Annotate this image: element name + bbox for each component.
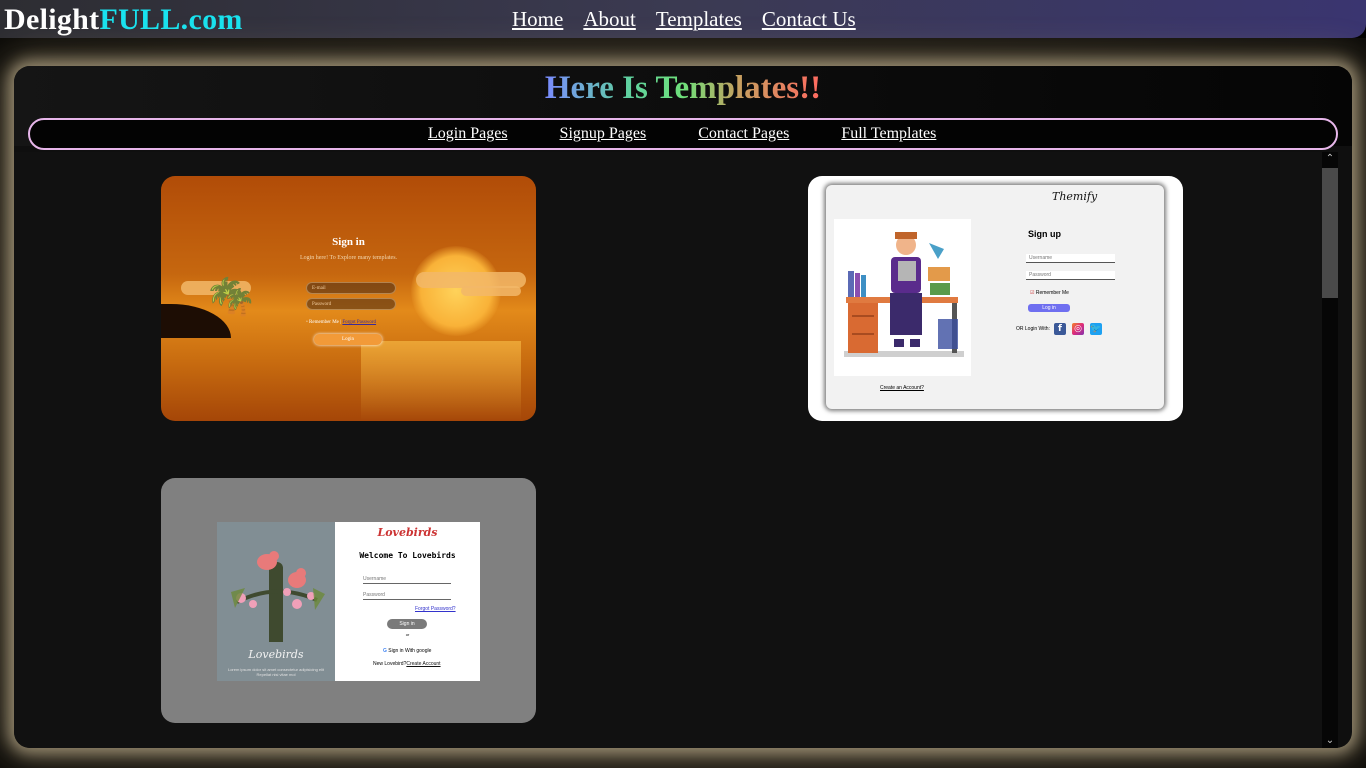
scrollbar-thumb[interactable] bbox=[1322, 168, 1338, 298]
sunset-login-subtitle: Login here! To Explore many templates. bbox=[299, 255, 398, 261]
facebook-icon: f bbox=[1054, 323, 1066, 335]
twitter-icon: 🐦 bbox=[1090, 323, 1102, 335]
lovebirds-form-panel: Lovebirds Welcome To Lovebirds Username … bbox=[335, 522, 480, 681]
themify-signup-title: Sign up bbox=[1028, 229, 1061, 239]
themify-window: Themify Sign up Username Password ☑ Reme… bbox=[826, 185, 1164, 409]
sunset-remember-label: Remember Me | bbox=[309, 320, 342, 325]
checkbox-checked-icon: ☑ bbox=[1030, 290, 1035, 296]
logo-text-full: FULL.com bbox=[99, 3, 243, 36]
category-login-pages-link[interactable]: Login Pages bbox=[428, 124, 508, 144]
vertical-scrollbar[interactable]: ⌃ ⌄ bbox=[1322, 152, 1338, 748]
themify-social-label: OR Login With: bbox=[1016, 326, 1050, 332]
template-card-themify-signup[interactable]: Themify Sign up Username Password ☑ Reme… bbox=[808, 176, 1183, 421]
themify-username-input: Username bbox=[1026, 254, 1115, 263]
lovebirds-signin-button: Sign in bbox=[387, 619, 427, 629]
lovebirds-username-input: Username bbox=[363, 575, 451, 584]
lovebirds-password-input: Password bbox=[363, 591, 451, 600]
lovebirds-left-lorem: Lorem ipsum dolor sit amet consectetur a… bbox=[227, 667, 325, 677]
nav-templates-link[interactable]: Templates bbox=[656, 6, 742, 32]
category-signup-pages-link[interactable]: Signup Pages bbox=[560, 124, 647, 144]
checkbox-icon: ▫ bbox=[306, 320, 308, 325]
google-icon: G bbox=[383, 648, 387, 654]
site-logo[interactable]: DelightFULL.com bbox=[4, 2, 243, 38]
themify-remember-label: Remember Me bbox=[1035, 290, 1069, 296]
lovebirds-create-account-link: Create Account bbox=[406, 661, 441, 667]
template-card-sunset-login[interactable]: 🌴 🌴 Sign in Login here! To Explore many … bbox=[161, 176, 536, 421]
lovebirds-welcome: Welcome To Lovebirds bbox=[359, 551, 456, 560]
logo-text-delight: Delight bbox=[4, 3, 100, 36]
sunset-password-input: Password bbox=[306, 298, 396, 310]
sea-reflection bbox=[361, 341, 521, 421]
main-nav: Home About Templates Contact Us bbox=[512, 6, 856, 32]
lovebirds-branch-svg bbox=[231, 551, 325, 648]
sunset-login-button: Login bbox=[314, 334, 382, 345]
top-header: DelightFULL.com Home About Templates Con… bbox=[0, 0, 1366, 38]
themify-login-button: Log in bbox=[1028, 304, 1070, 312]
office-worker-svg bbox=[844, 232, 964, 357]
office-worker-illustration bbox=[834, 219, 971, 376]
lovebirds-or-divider: or bbox=[405, 632, 410, 637]
lovebirds-google-signin: G Sign in With google bbox=[383, 648, 431, 654]
page-title: Here Is Templates!! bbox=[14, 66, 1352, 108]
nav-contact-link[interactable]: Contact Us bbox=[762, 6, 856, 32]
scroll-up-arrow-icon[interactable]: ⌃ bbox=[1322, 152, 1338, 166]
cloud-graphic bbox=[461, 286, 521, 296]
palm-tree-icon: 🌴 bbox=[223, 288, 256, 317]
lovebirds-new-row: New Lovebird?Create Account bbox=[373, 661, 441, 667]
lovebirds-left-title: Lovebirds bbox=[248, 648, 304, 661]
sunset-login-title: Sign in bbox=[332, 236, 365, 248]
lovebirds-new-prompt: New Lovebird? bbox=[373, 661, 407, 667]
lovebirds-forgot-link: Forgot Password? bbox=[415, 606, 456, 612]
nav-about-link[interactable]: About bbox=[583, 6, 636, 32]
themify-create-account-link: Create an Account? bbox=[880, 385, 924, 391]
themify-brand: Themify bbox=[1052, 190, 1098, 203]
templates-scroll-area[interactable]: 🌴 🌴 Sign in Login here! To Explore many … bbox=[14, 152, 1322, 748]
sunset-email-input: E-mail bbox=[306, 282, 396, 294]
sunset-remember-row: ▫ Remember Me | Forgot Password bbox=[306, 320, 376, 325]
category-nav: Login Pages Signup Pages Contact Pages F… bbox=[428, 124, 936, 144]
category-bar: Login Pages Signup Pages Contact Pages F… bbox=[28, 118, 1338, 150]
scroll-down-arrow-icon[interactable]: ⌄ bbox=[1322, 734, 1338, 748]
lovebirds-google-label: Sign in With google bbox=[388, 648, 432, 654]
nav-home-link[interactable]: Home bbox=[512, 6, 563, 32]
themify-password-input: Password bbox=[1026, 271, 1115, 280]
instagram-icon: ◎ bbox=[1072, 323, 1084, 335]
category-full-templates-link[interactable]: Full Templates bbox=[841, 124, 936, 144]
templates-panel: Here Is Templates!! Login Pages Signup P… bbox=[14, 66, 1352, 748]
themify-remember-row: ☑ Remember Me bbox=[1030, 290, 1069, 296]
template-card-lovebirds[interactable]: Lovebirds Lorem ipsum dolor sit amet con… bbox=[161, 478, 536, 723]
category-contact-pages-link[interactable]: Contact Pages bbox=[698, 124, 789, 144]
lovebirds-brand: Lovebirds bbox=[377, 526, 438, 539]
lovebirds-illustration-panel: Lovebirds Lorem ipsum dolor sit amet con… bbox=[217, 522, 335, 681]
page-title-text: Here Is Templates!! bbox=[544, 70, 822, 106]
sunset-forgot-link: Forgot Password bbox=[342, 320, 377, 325]
